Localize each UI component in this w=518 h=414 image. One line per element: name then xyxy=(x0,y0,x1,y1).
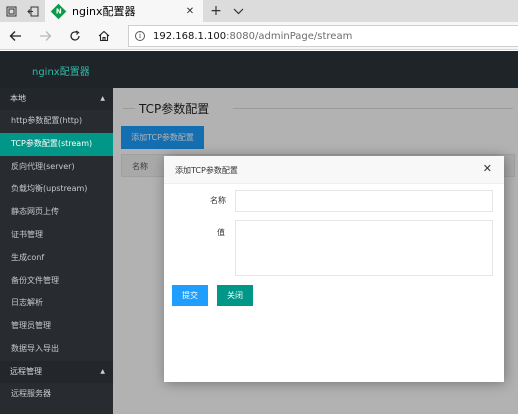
nginx-favicon-icon: N xyxy=(50,3,67,19)
new-tab-icon[interactable]: + xyxy=(206,0,226,22)
forward-arrow-icon[interactable] xyxy=(34,26,56,46)
back-arrow-icon[interactable] xyxy=(4,26,26,46)
url-host: 192.168.1.100 xyxy=(153,30,227,42)
sidebar: 本地 ▲ http参数配置(http) TCP参数配置(stream) 反向代理… xyxy=(0,88,113,414)
name-input[interactable] xyxy=(235,190,493,212)
dialog-title: 添加TCP参数配置 xyxy=(175,166,238,175)
sidebar-item-static-upload[interactable]: 静态网页上传 xyxy=(0,201,113,224)
tab-back-icon[interactable] xyxy=(22,0,44,22)
sidebar-item-log-analysis[interactable]: 日志解析 xyxy=(0,292,113,315)
sidebar-item-server[interactable]: 反向代理(server) xyxy=(0,156,113,179)
sidebar-item-backups[interactable]: 备份文件管理 xyxy=(0,270,113,293)
sidebar-item-import-export[interactable]: 数据导入导出 xyxy=(0,338,113,361)
sidebar-item-remote-servers[interactable]: 远程服务器 xyxy=(0,383,113,406)
add-tcp-param-dialog: 添加TCP参数配置 ✕ 名称 值 提交 关闭 xyxy=(164,156,504,382)
value-textarea[interactable] xyxy=(235,220,493,276)
sidebar-item-stream[interactable]: TCP参数配置(stream) xyxy=(0,132,113,156)
sidebar-item-http[interactable]: http参数配置(http) xyxy=(0,110,113,133)
sidebar-item-admins[interactable]: 管理员管理 xyxy=(0,315,113,338)
sidebar-item-generate-conf[interactable]: 生成conf xyxy=(0,247,113,270)
close-button[interactable]: 关闭 xyxy=(217,285,253,306)
sidebar-group-local[interactable]: 本地 ▲ xyxy=(0,88,113,110)
name-label: 名称 xyxy=(210,196,226,205)
url-path: :8080/adminPage/stream xyxy=(226,30,353,42)
home-icon[interactable] xyxy=(93,26,115,46)
info-icon[interactable]: i xyxy=(135,31,145,41)
tab-actions-icon[interactable] xyxy=(0,0,22,22)
browser-nav-bar: i 192.168.1.100:8080/adminPage/stream xyxy=(0,22,518,50)
browser-tab[interactable]: N nginx配置器 ✕ xyxy=(45,0,203,22)
collapse-arrow-icon: ▲ xyxy=(100,367,105,375)
value-label: 值 xyxy=(217,228,225,237)
submit-button[interactable]: 提交 xyxy=(172,285,208,306)
sidebar-group-label: 远程管理 xyxy=(10,366,42,376)
tab-close-icon[interactable]: ✕ xyxy=(183,6,197,17)
sidebar-group-remote[interactable]: 远程管理 ▲ xyxy=(0,360,113,383)
app-brand[interactable]: nginx配置器 xyxy=(32,63,90,78)
refresh-icon[interactable] xyxy=(64,26,86,46)
sidebar-item-upstream[interactable]: 负载均衡(upstream) xyxy=(0,178,113,201)
tab-list-chevron-icon[interactable] xyxy=(228,0,248,22)
dialog-header: 添加TCP参数配置 ✕ xyxy=(164,156,504,184)
app-header: nginx配置器 xyxy=(0,51,518,88)
address-bar[interactable]: i 192.168.1.100:8080/adminPage/stream xyxy=(128,25,518,47)
browser-tab-bar: N nginx配置器 ✕ + xyxy=(0,0,518,22)
sidebar-group-label: 本地 xyxy=(10,94,26,103)
sidebar-item-certificates[interactable]: 证书管理 xyxy=(0,224,113,247)
tab-title: nginx配置器 xyxy=(72,5,136,18)
close-icon[interactable]: ✕ xyxy=(483,162,492,175)
collapse-arrow-icon: ▲ xyxy=(100,95,105,102)
